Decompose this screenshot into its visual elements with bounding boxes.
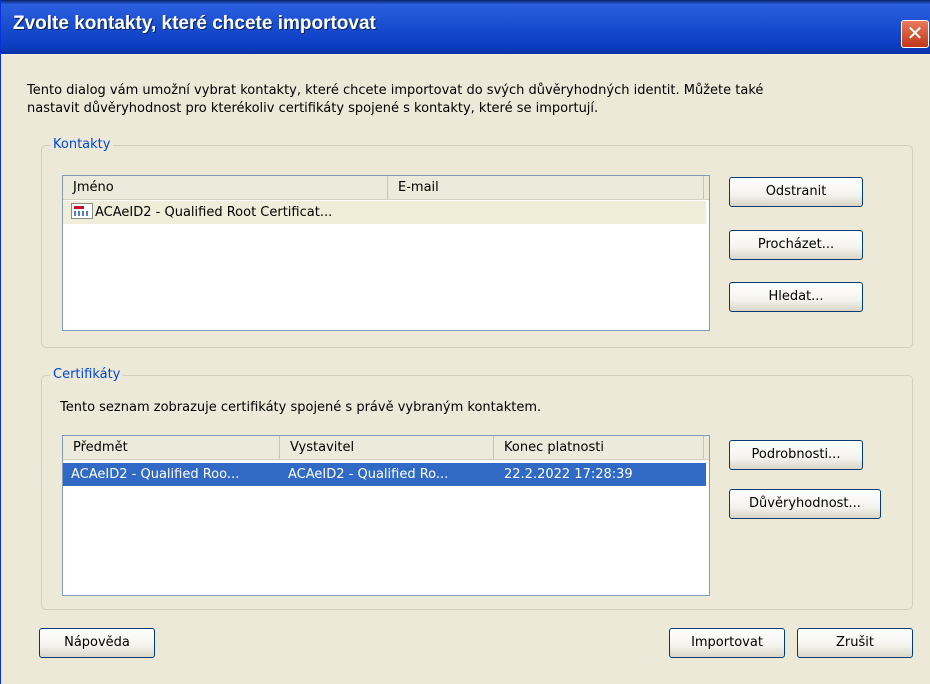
window-title: Zvolte kontakty, které chcete importovat bbox=[13, 13, 376, 34]
certificates-group: Certifikáty Tento seznam zobrazuje certi… bbox=[41, 367, 913, 610]
import-contacts-dialog: Zvolte kontakty, které chcete importovat… bbox=[0, 0, 930, 684]
certificate-issuer: ACAeID2 - Qualified Ro... bbox=[288, 467, 449, 482]
close-icon: ✕ bbox=[906, 21, 924, 45]
contacts-list-header: Jméno E-mail bbox=[63, 176, 709, 200]
cancel-button[interactable]: Zrušit bbox=[797, 628, 913, 658]
column-header-subject[interactable]: Předmět bbox=[63, 436, 280, 459]
dialog-content: Tento dialog vám umožní vybrat kontakty,… bbox=[1, 54, 930, 684]
certificate-row[interactable]: ACAeID2 - Qualified Roo... ACAeID2 - Qua… bbox=[63, 463, 706, 486]
certificates-list-header: Předmět Vystavitel Konec platnosti bbox=[63, 436, 709, 460]
certificate-icon bbox=[71, 202, 93, 219]
trust-button[interactable]: Důvěryhodnost... bbox=[729, 489, 881, 519]
certificate-subject: ACAeID2 - Qualified Roo... bbox=[71, 467, 240, 482]
contact-email-cell bbox=[388, 201, 704, 224]
column-header-email[interactable]: E-mail bbox=[388, 176, 704, 199]
contact-name-cell: ACAeID2 - Qualified Root Certificat... bbox=[63, 201, 388, 224]
contacts-group: Kontakty Jméno E-mail ACAeID2 - Qualifie… bbox=[41, 137, 913, 348]
contacts-group-label: Kontakty bbox=[50, 137, 114, 153]
help-button[interactable]: Nápověda bbox=[39, 628, 155, 658]
certificate-expires: 22.2.2022 17:28:39 bbox=[504, 467, 633, 482]
contacts-list[interactable]: Jméno E-mail ACAeID2 - Qualified Root Ce… bbox=[62, 175, 710, 331]
remove-button[interactable]: Odstranit bbox=[729, 177, 863, 207]
details-button[interactable]: Podrobnosti... bbox=[729, 440, 863, 470]
certificates-description: Tento seznam zobrazuje certifikáty spoje… bbox=[60, 400, 542, 415]
search-button[interactable]: Hledat... bbox=[729, 282, 863, 312]
import-button[interactable]: Importovat bbox=[669, 628, 785, 658]
certificates-list[interactable]: Předmět Vystavitel Konec platnosti ACAeI… bbox=[62, 435, 710, 596]
column-header-expires[interactable]: Konec platnosti bbox=[494, 436, 704, 459]
contact-row[interactable]: ACAeID2 - Qualified Root Certificat... bbox=[63, 201, 706, 224]
column-header-issuer[interactable]: Vystavitel bbox=[280, 436, 494, 459]
intro-line-2: nastavit důvěryhodnost pro kterékoliv ce… bbox=[27, 101, 599, 116]
intro-line-1: Tento dialog vám umožní vybrat kontakty,… bbox=[27, 83, 764, 98]
column-header-name[interactable]: Jméno bbox=[63, 176, 388, 199]
title-bar[interactable]: Zvolte kontakty, které chcete importovat… bbox=[1, 0, 930, 54]
certificates-group-label: Certifikáty bbox=[50, 367, 124, 383]
contact-name: ACAeID2 - Qualified Root Certificat... bbox=[95, 205, 333, 220]
close-button[interactable]: ✕ bbox=[901, 20, 929, 48]
intro-text: Tento dialog vám umožní vybrat kontakty,… bbox=[27, 82, 907, 118]
browse-button[interactable]: Procházet... bbox=[729, 230, 863, 260]
